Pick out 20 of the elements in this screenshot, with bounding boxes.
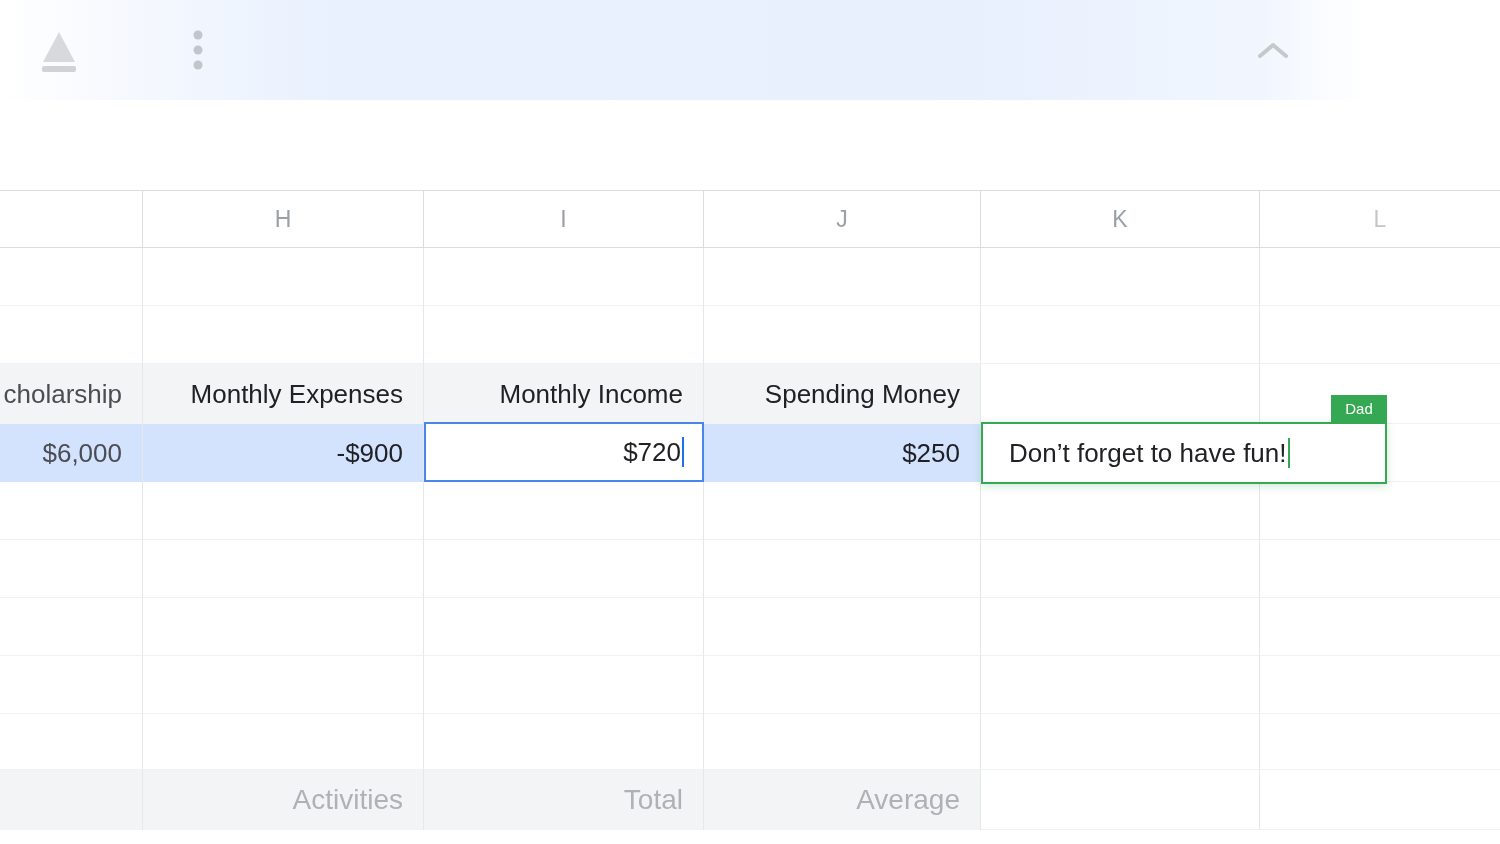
column-header[interactable]: H bbox=[143, 190, 424, 248]
collaborator-cell[interactable]: Don’t forget to have fun! bbox=[981, 422, 1387, 484]
chevron-up-icon[interactable] bbox=[1258, 42, 1288, 58]
cursor-icon bbox=[1287, 438, 1290, 468]
column-header[interactable]: I bbox=[424, 190, 704, 248]
table-cell: Total bbox=[424, 770, 704, 830]
triangle-icon[interactable] bbox=[40, 30, 78, 74]
collaborator-tag: Dad bbox=[1331, 395, 1387, 422]
more-icon[interactable] bbox=[193, 30, 203, 70]
column-header[interactable] bbox=[0, 190, 143, 248]
cursor-icon bbox=[682, 437, 684, 467]
table-cell: $6,000 bbox=[0, 424, 143, 482]
table-cell[interactable]: $720 bbox=[424, 422, 704, 482]
column-header[interactable]: L bbox=[1260, 190, 1500, 248]
cell-text: Don’t forget to have fun! bbox=[1009, 437, 1287, 469]
cell-text: $720 bbox=[623, 436, 681, 468]
column-header[interactable]: J bbox=[704, 190, 981, 248]
column-header[interactable]: K bbox=[981, 190, 1260, 248]
table-cell: Activities bbox=[143, 770, 424, 830]
table-cell: Average bbox=[704, 770, 981, 830]
